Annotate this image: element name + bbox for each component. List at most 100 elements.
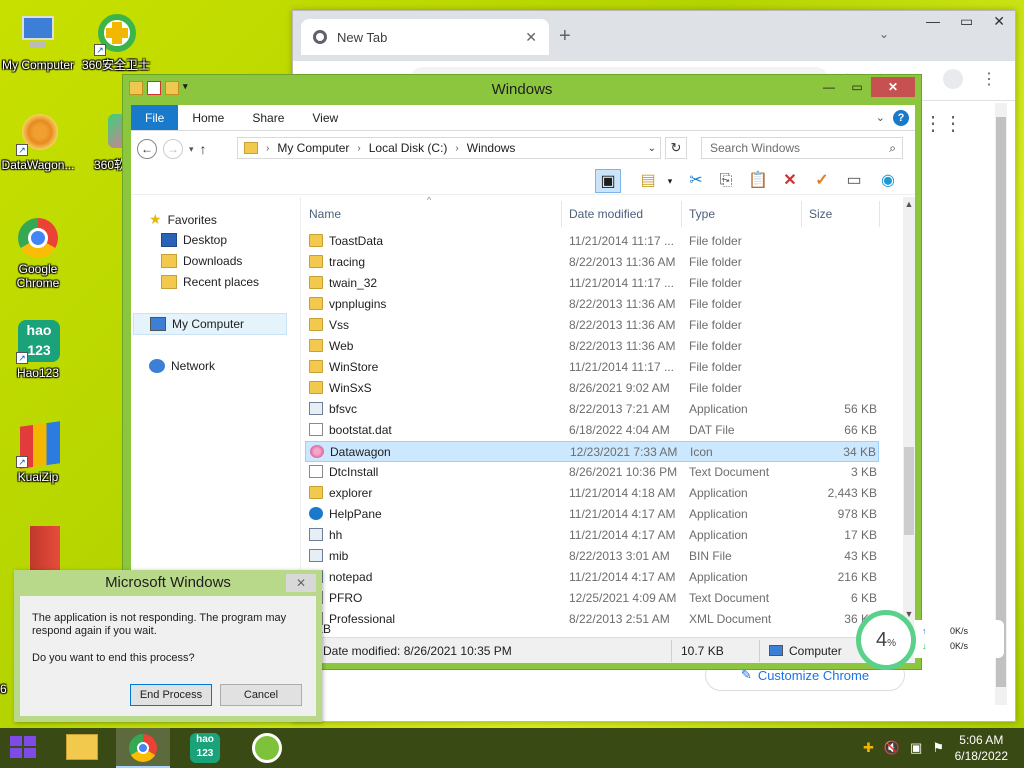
- file-row[interactable]: vpnplugins 8/22/2013 11:36 AM File folder: [305, 294, 879, 315]
- forward-icon[interactable]: →: [163, 139, 183, 159]
- end-process-button[interactable]: End Process: [130, 684, 212, 706]
- nav-my-computer[interactable]: My Computer: [133, 313, 287, 335]
- file-row[interactable]: Web 8/22/2013 11:36 AM File folder: [305, 336, 879, 357]
- file-row[interactable]: tracing 8/22/2013 11:36 AM File folder: [305, 252, 879, 273]
- layout-pane-icon[interactable]: ▣: [595, 169, 621, 193]
- paste-icon[interactable]: 📋: [745, 169, 771, 193]
- file-row[interactable]: Datawagon 12/23/2021 7:33 AM Icon 34 KB: [305, 441, 879, 462]
- globe-icon[interactable]: ◉: [875, 169, 901, 193]
- volume-muted-icon[interactable]: 🔇: [884, 740, 900, 756]
- nav-favorites[interactable]: ★ Favorites: [149, 211, 217, 228]
- 360-tray-icon[interactable]: ✚: [863, 740, 874, 756]
- ribbon-tab-view[interactable]: View: [298, 105, 352, 130]
- maximize-icon[interactable]: ▭: [843, 77, 871, 97]
- close-icon[interactable]: ✕: [993, 13, 1005, 30]
- close-icon[interactable]: ✕: [286, 574, 316, 592]
- file-row[interactable]: DtcInstall 8/26/2021 10:36 PM Text Documen…: [305, 462, 879, 483]
- explorer-titlebar[interactable]: ▾ Windows — ▭ ✕: [123, 75, 921, 105]
- menu-kebab-icon[interactable]: ⋮: [981, 69, 997, 89]
- column-header-date[interactable]: Date modified: [569, 207, 643, 221]
- delete-icon[interactable]: ✕: [777, 169, 803, 193]
- file-list-scrollbar[interactable]: ▲ ▼: [903, 197, 915, 637]
- file-row[interactable]: Professional 8/22/2013 2:51 AM XML Documen…: [305, 609, 879, 630]
- desktop-icon-winrar[interactable]: [0, 526, 76, 572]
- up-icon[interactable]: ↑: [200, 141, 207, 157]
- column-header-name[interactable]: Name: [309, 207, 341, 221]
- file-row[interactable]: notepad 11/21/2014 4:17 AM Application 216 …: [305, 567, 879, 588]
- not-responding-dialog[interactable]: Microsoft Windows ✕ The application is n…: [14, 570, 322, 722]
- maximize-icon[interactable]: ▭: [960, 13, 973, 30]
- breadcrumb-item[interactable]: My Computer: [277, 141, 349, 155]
- desktop-icon-kuaizip[interactable]: ↗ KuaiZip: [0, 421, 76, 484]
- address-dropdown-icon[interactable]: ⌄: [648, 143, 660, 154]
- file-row[interactable]: Vss 8/22/2013 11:36 AM File folder: [305, 315, 879, 336]
- taskbar-chrome[interactable]: [116, 728, 170, 768]
- network-monitor-widget[interactable]: ↑ 0K/s ↓ 0K/s + 4%: [856, 610, 1006, 672]
- nav-desktop[interactable]: Desktop: [161, 233, 227, 247]
- file-row[interactable]: hh 11/21/2014 4:17 AM Application 17 KB: [305, 525, 879, 546]
- cpu-usage-ring[interactable]: 4%: [856, 610, 916, 670]
- scrollbar-thumb[interactable]: [996, 117, 1006, 687]
- chrome-tab[interactable]: New Tab ✕: [301, 19, 549, 55]
- minimize-icon[interactable]: —: [815, 77, 843, 97]
- nav-recent-places[interactable]: Recent places: [161, 275, 259, 289]
- close-icon[interactable]: ✕: [871, 77, 915, 97]
- flag-tray-icon[interactable]: ⚑: [932, 740, 944, 756]
- recent-locations-chevron-icon[interactable]: ▾: [189, 144, 194, 155]
- column-separator[interactable]: [801, 201, 802, 227]
- ribbon-tab-share[interactable]: Share: [238, 105, 298, 130]
- search-input[interactable]: Search Windows ⌕: [701, 137, 903, 159]
- scrollbar-thumb[interactable]: [904, 447, 914, 535]
- network-tray-icon[interactable]: ▣: [910, 740, 922, 756]
- taskbar-file-explorer[interactable]: [56, 728, 110, 768]
- ribbon-tab-file[interactable]: File: [131, 105, 179, 130]
- column-separator[interactable]: [879, 201, 880, 227]
- minimize-icon[interactable]: —: [926, 13, 940, 30]
- taskbar-hao123[interactable]: hao 123: [178, 728, 232, 768]
- desktop-icon-datawagon[interactable]: ↗ DataWagon...: [0, 112, 76, 172]
- profile-avatar-icon[interactable]: [943, 69, 963, 89]
- breadcrumb-item[interactable]: Windows: [467, 141, 516, 155]
- file-row[interactable]: explorer 11/21/2014 4:18 AM Application 2,4…: [305, 483, 879, 504]
- cut-icon[interactable]: ✂: [683, 169, 709, 193]
- file-row[interactable]: bfsvc 8/22/2013 7:21 AM Application 56 KB: [305, 399, 879, 420]
- column-header-type[interactable]: Type: [689, 207, 715, 221]
- file-row[interactable]: PFRO 12/25/2021 4:09 AM Text Document 6 KB: [305, 588, 879, 609]
- desktop-icon-my-computer[interactable]: My Computer: [0, 12, 76, 72]
- file-row[interactable]: WinStore 11/21/2014 11:17 ... File folder: [305, 357, 879, 378]
- file-row[interactable]: ToastData 11/21/2014 11:17 ... File folder: [305, 231, 879, 252]
- tab-search-chevron-icon[interactable]: ⌄: [879, 27, 889, 41]
- back-icon[interactable]: ←: [137, 139, 157, 159]
- breadcrumb-separator-icon[interactable]: ›: [266, 143, 269, 154]
- refresh-icon[interactable]: ↻: [665, 137, 687, 159]
- options-dropdown-icon[interactable]: ▾: [657, 169, 683, 193]
- breadcrumb-separator-icon[interactable]: ›: [357, 143, 360, 154]
- desktop-icon-hao123[interactable]: hao 123 ↗ Hao123: [0, 320, 76, 380]
- check-icon[interactable]: ✓: [809, 169, 835, 193]
- help-icon[interactable]: ?: [893, 110, 909, 126]
- file-row[interactable]: HelpPane 11/21/2014 4:17 AM Application 978…: [305, 504, 879, 525]
- breadcrumb-separator-icon[interactable]: ›: [455, 143, 458, 154]
- taskbar-clock[interactable]: 5:06 AM 6/18/2022: [955, 732, 1008, 764]
- file-row[interactable]: twain_32 11/21/2014 11:17 ... File folder: [305, 273, 879, 294]
- breadcrumb-item[interactable]: Local Disk (C:): [369, 141, 448, 155]
- tab-close-icon[interactable]: ✕: [525, 29, 537, 46]
- ribbon-tab-home[interactable]: Home: [178, 105, 238, 130]
- cancel-button[interactable]: Cancel: [220, 684, 302, 706]
- copy-icon[interactable]: ⎘: [713, 169, 739, 193]
- rename-icon[interactable]: ▭: [841, 169, 867, 193]
- column-header-size[interactable]: Size: [809, 207, 832, 221]
- column-separator[interactable]: [561, 201, 562, 227]
- nav-network[interactable]: Network: [149, 359, 215, 373]
- file-row[interactable]: WinSxS 8/26/2021 9:02 AM File folder: [305, 378, 879, 399]
- file-row[interactable]: bootstat.dat 6/18/2022 4:04 AM DAT File 66 …: [305, 420, 879, 441]
- desktop-icon-360-safe[interactable]: ↗ 360安全卫士: [78, 12, 154, 72]
- taskbar-ie-green[interactable]: [240, 728, 294, 768]
- sort-arrow-icon[interactable]: ^: [427, 197, 431, 205]
- start-button[interactable]: [10, 736, 38, 760]
- column-separator[interactable]: [681, 201, 682, 227]
- new-tab-icon[interactable]: +: [559, 25, 571, 48]
- desktop-icon-google-chrome[interactable]: Google Chrome: [0, 216, 76, 290]
- nav-downloads[interactable]: Downloads: [161, 254, 242, 268]
- ribbon-expand-chevron-icon[interactable]: ⌄: [876, 111, 885, 124]
